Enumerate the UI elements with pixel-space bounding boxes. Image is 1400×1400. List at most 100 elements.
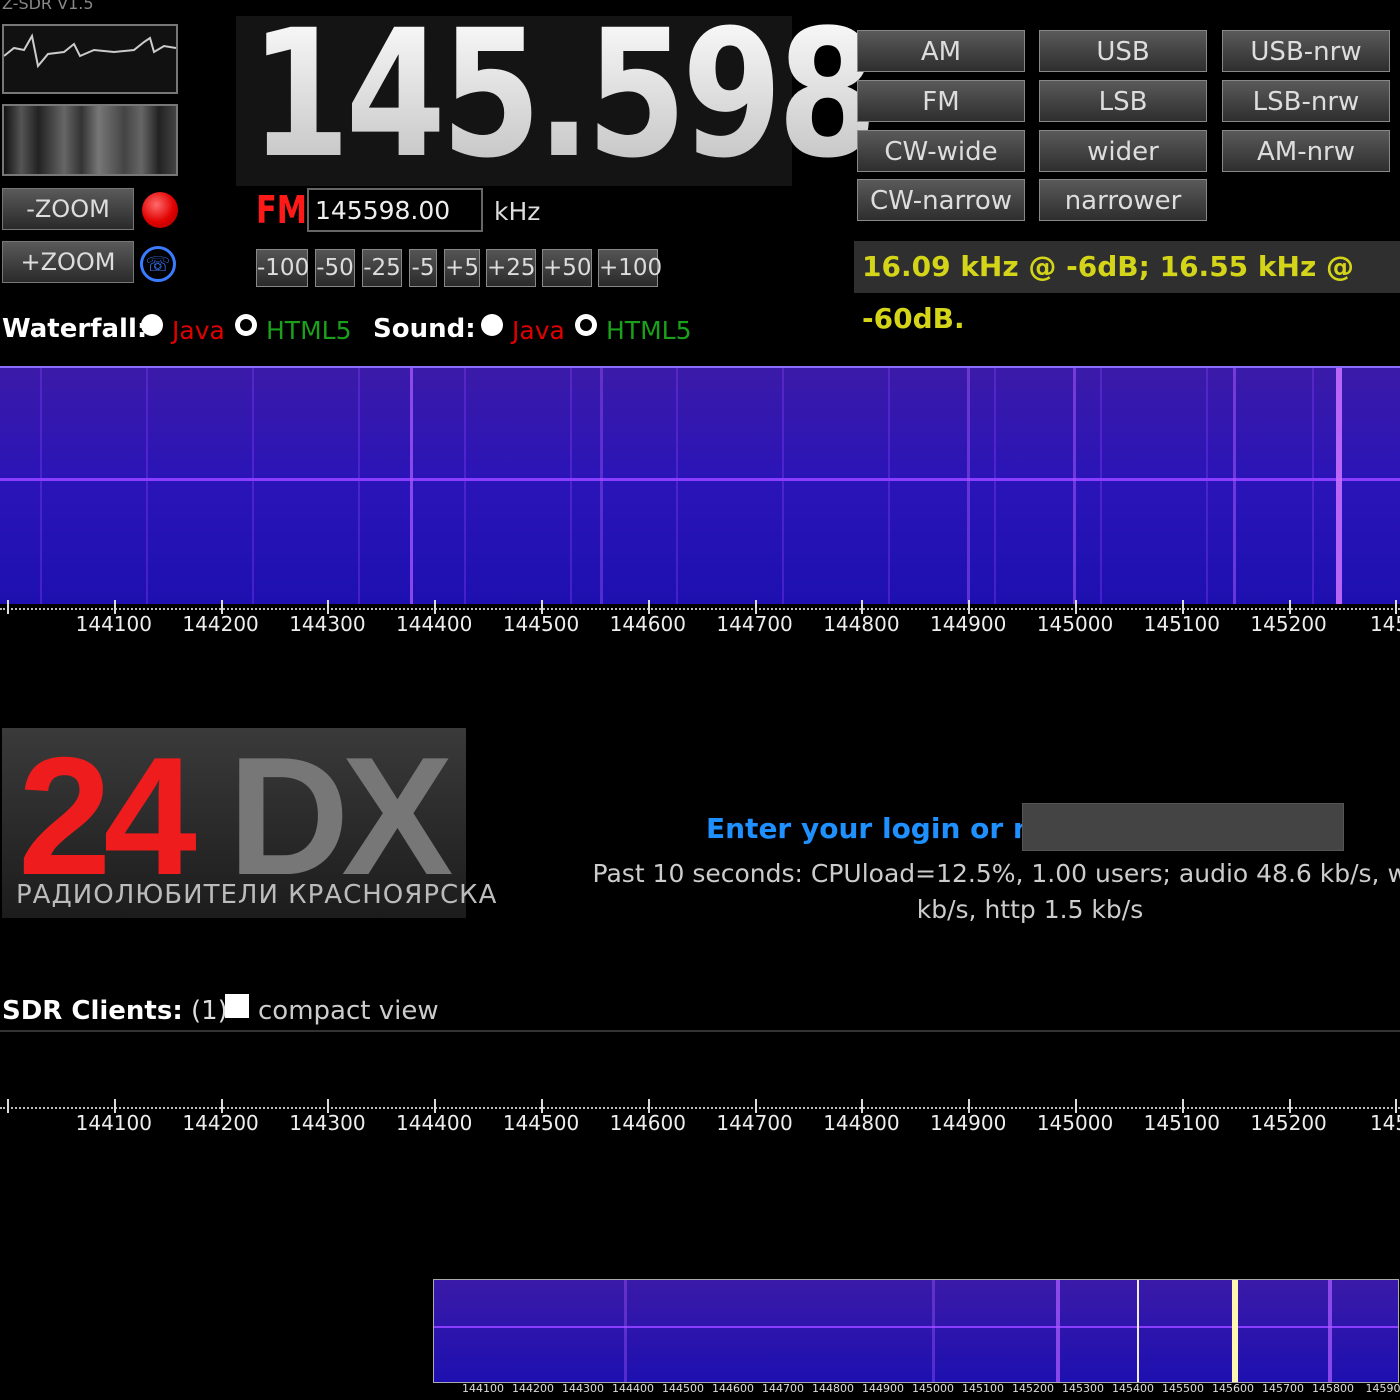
frequency-display: 145.598 <box>250 0 878 197</box>
step-minus-100-button[interactable]: -100 <box>256 249 309 287</box>
thumb-axis-label: 144600 <box>712 1382 754 1395</box>
waterfall-selector-label: Waterfall: <box>2 314 148 344</box>
sdr-clients-count: (1) <box>191 996 228 1026</box>
thumb-axis-label: 145200 <box>1012 1382 1054 1395</box>
app-title: Z-SDR V1.5 <box>2 0 94 13</box>
divider <box>0 1030 1400 1032</box>
server-status-line-1: Past 10 seconds: CPUload=12.5%, 1.00 use… <box>592 859 1400 888</box>
thumb-axis-label: 145700 <box>1262 1382 1304 1395</box>
axis-label: 144800 <box>823 1111 900 1135</box>
client-thumbnail-axis: 144100 144200 144300 144400 144500 144600 1447… <box>433 1382 1400 1398</box>
zoom-out-button[interactable]: -ZOOM <box>2 188 134 230</box>
mode-cw-wide-button[interactable]: CW-wide <box>857 130 1025 172</box>
thumb-axis-label: 145600 <box>1212 1382 1254 1395</box>
axis-label: 144100 <box>75 1111 152 1135</box>
thumb-axis-label: 14590 <box>1365 1382 1400 1395</box>
axis-label: 144700 <box>716 1111 793 1135</box>
step-plus-50-button[interactable]: +50 <box>542 249 592 287</box>
thumb-axis-label: 144100 <box>462 1382 504 1395</box>
sound-java-radio[interactable] <box>481 314 503 336</box>
axis-label: 144200 <box>182 612 259 636</box>
mode-am-nrw-button[interactable]: AM-nrw <box>1222 130 1390 172</box>
axis-label: 1453 <box>1369 612 1400 636</box>
waterfall-java-label[interactable]: Java <box>172 316 225 345</box>
axis-label: 144600 <box>609 612 686 636</box>
axis-label: 145100 <box>1143 1111 1220 1135</box>
axis-label: 144500 <box>502 612 580 636</box>
waterfall-display[interactable] <box>0 366 1400 604</box>
axis-label: 145200 <box>1250 612 1327 636</box>
mode-am-button[interactable]: AM <box>857 30 1025 72</box>
frequency-unit: kHz <box>494 197 541 226</box>
axis-label: 144800 <box>823 612 900 636</box>
step-plus-5-button[interactable]: +5 <box>444 249 480 287</box>
axis-tick <box>7 600 9 614</box>
thumb-axis-label: 144400 <box>612 1382 654 1395</box>
axis-label: 144300 <box>289 612 366 636</box>
login-input[interactable] <box>1022 803 1344 851</box>
sdr-clients-heading: SDR Clients: (1) <box>2 996 228 1026</box>
bandwidth-narrower-button[interactable]: narrower <box>1039 179 1207 221</box>
sound-html5-label[interactable]: HTML5 <box>606 316 691 345</box>
sound-selector-label: Sound: <box>373 314 476 344</box>
thumb-axis-label: 144700 <box>762 1382 804 1395</box>
axis-label: 144400 <box>396 1111 473 1135</box>
step-plus-100-button[interactable]: +100 <box>598 249 662 287</box>
logo-subtitle: РАДИОЛЮБИТЕЛИ КРАСНОЯРСКА <box>16 880 498 910</box>
axis-label: 144500 <box>502 1111 580 1135</box>
mini-waterfall[interactable] <box>2 104 178 176</box>
step-minus-5-button[interactable]: -5 <box>409 249 437 287</box>
sdr-clients-label: SDR Clients: <box>2 996 183 1026</box>
axis-label: 144200 <box>182 1111 259 1135</box>
thumb-axis-label: 145500 <box>1162 1382 1204 1395</box>
mode-usb-nrw-button[interactable]: USB-nrw <box>1222 30 1390 72</box>
frequency-axis[interactable]: 144100 144200 144300 144400 144500 144600 1447… <box>0 600 1400 640</box>
client-frequency-axis: 144100 144200 144300 144400 144500 144600 1447… <box>0 1099 1400 1139</box>
server-status-line-2: kb/s, http 1.5 kb/s <box>916 895 1144 924</box>
frequency-input[interactable] <box>307 188 483 232</box>
axis-label: 144600 <box>609 1111 686 1135</box>
axis-label: 144400 <box>396 612 473 636</box>
thumb-axis-label: 145000 <box>912 1382 954 1395</box>
thumb-axis-label: 144500 <box>662 1382 704 1395</box>
axis-tick <box>7 1099 9 1113</box>
zoom-in-button[interactable]: +ZOOM <box>2 241 134 283</box>
axis-label: 145000 <box>1036 612 1114 636</box>
record-icon[interactable] <box>142 192 178 228</box>
sound-html5-radio[interactable] <box>575 314 597 336</box>
thumb-axis-label: 145400 <box>1112 1382 1154 1395</box>
mode-lsb-button[interactable]: LSB <box>1039 80 1207 122</box>
mode-fm-button[interactable]: FM <box>857 80 1025 122</box>
thumb-axis-label: 144900 <box>862 1382 904 1395</box>
thumb-axis-label: 144300 <box>562 1382 604 1395</box>
step-minus-50-button[interactable]: -50 <box>315 249 355 287</box>
waterfall-html5-radio[interactable] <box>235 314 257 336</box>
current-mode-label: FM <box>256 188 308 232</box>
phone-icon[interactable]: ☏ <box>140 246 176 282</box>
spectrum-trace-icon <box>3 33 177 69</box>
mode-cw-narrow-button[interactable]: CW-narrow <box>857 179 1025 221</box>
client-waterfall-thumbnail[interactable] <box>433 1279 1399 1383</box>
axis-label: 145200 <box>1250 1111 1327 1135</box>
axis-label: 144100 <box>75 612 152 636</box>
axis-label: 145000 <box>1036 1111 1114 1135</box>
server-status: Past 10 seconds: CPUload=12.5%, 1.00 use… <box>540 856 1400 928</box>
bandwidth-wider-button[interactable]: wider <box>1039 130 1207 172</box>
axis-label: 144700 <box>716 612 793 636</box>
thumb-axis-label: 145800 <box>1312 1382 1354 1395</box>
compact-view-checkbox[interactable] <box>225 994 249 1018</box>
step-plus-25-button[interactable]: +25 <box>486 249 536 287</box>
thumb-axis-label: 145100 <box>962 1382 1004 1395</box>
waterfall-html5-label[interactable]: HTML5 <box>266 316 351 345</box>
mini-spectrum[interactable] <box>2 24 178 94</box>
bandwidth-info: 16.09 kHz @ -6dB; 16.55 kHz @ -60dB. <box>854 241 1400 335</box>
compact-view-label[interactable]: compact view <box>258 996 439 1026</box>
step-minus-25-button[interactable]: -25 <box>362 249 402 287</box>
mode-usb-button[interactable]: USB <box>1039 30 1207 72</box>
waterfall-java-radio[interactable] <box>141 314 163 336</box>
thumb-axis-label: 144200 <box>512 1382 554 1395</box>
mode-lsb-nrw-button[interactable]: LSB-nrw <box>1222 80 1390 122</box>
axis-label: 1453 <box>1369 1111 1400 1135</box>
thumb-axis-label: 145300 <box>1062 1382 1104 1395</box>
sound-java-label[interactable]: Java <box>512 316 565 345</box>
